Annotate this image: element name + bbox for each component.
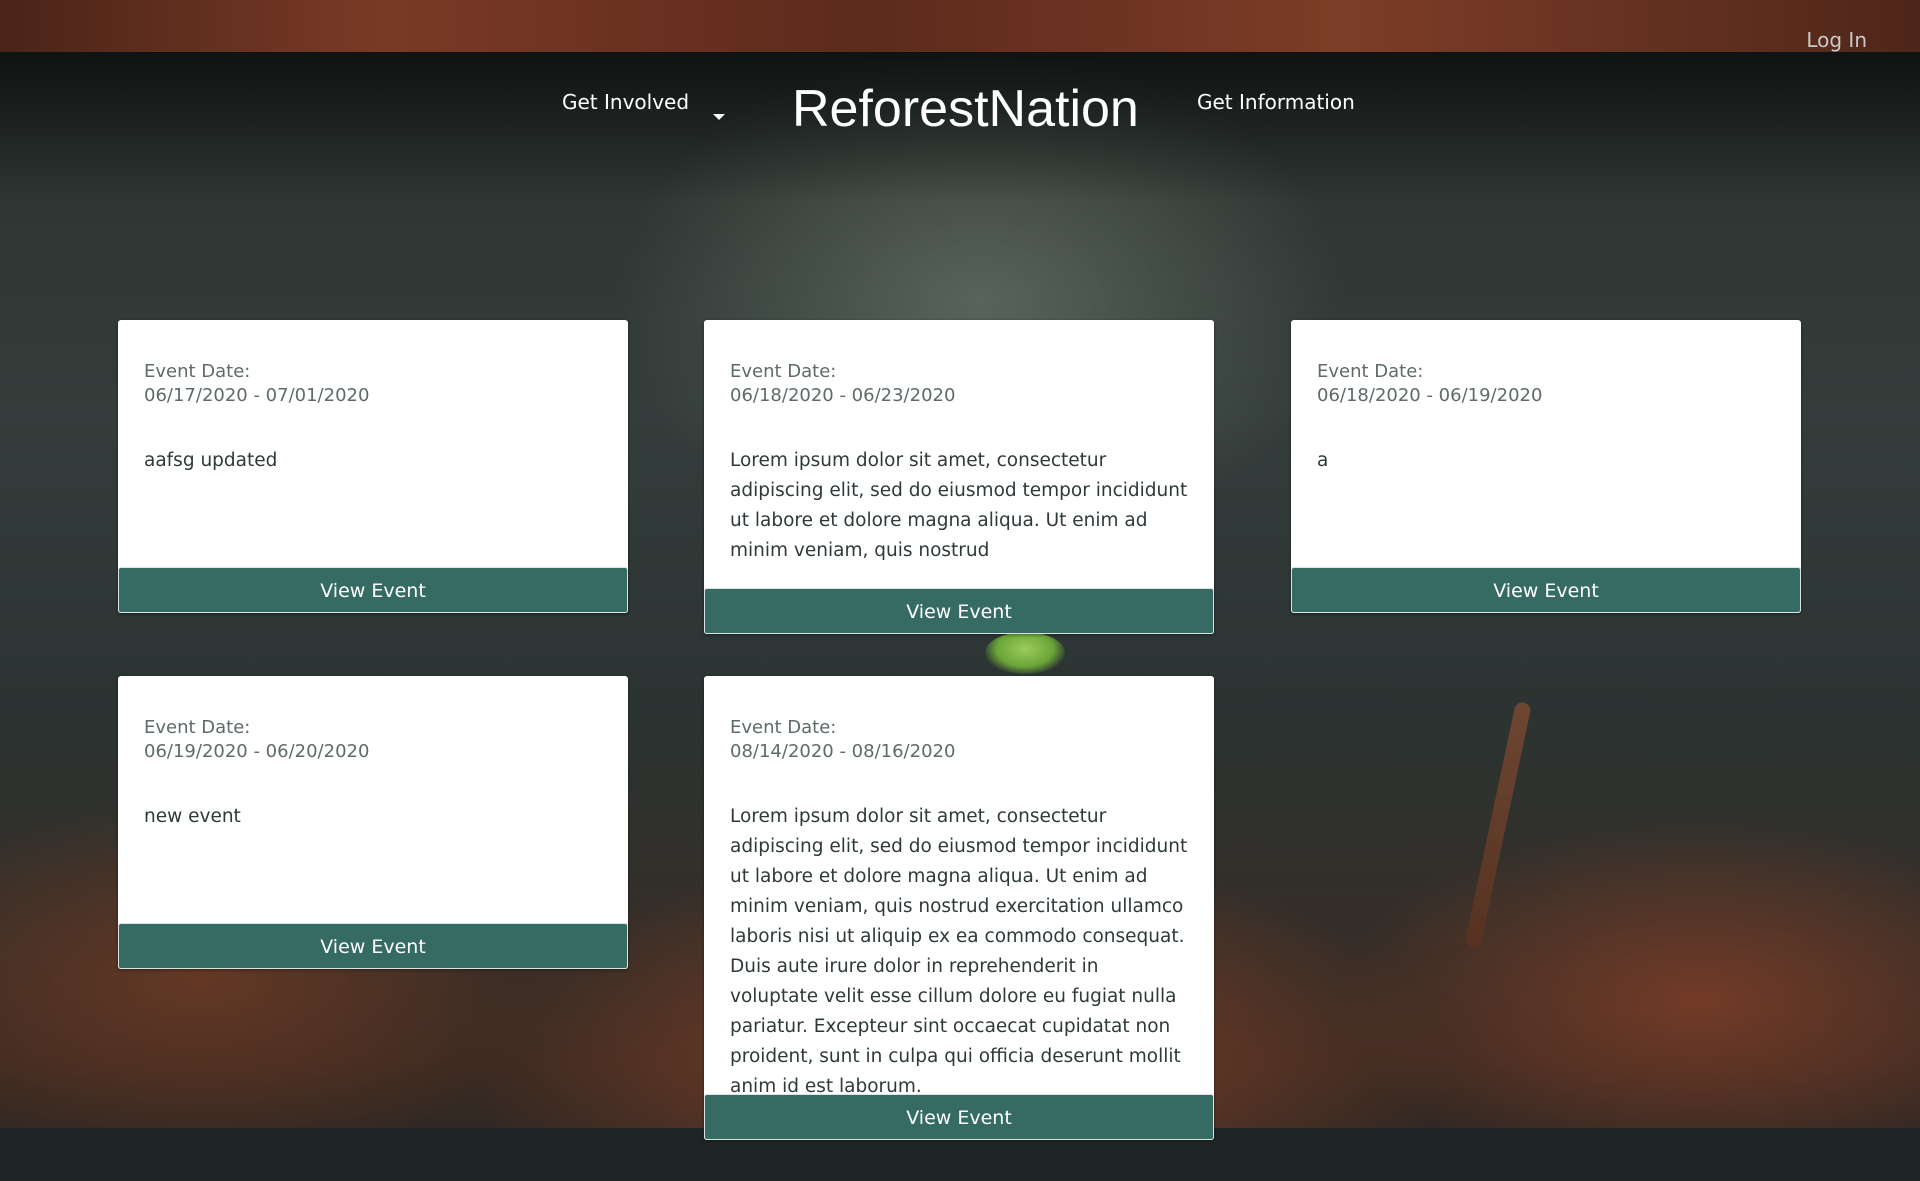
event-description: Lorem ipsum dolor sit amet, consectetur …: [730, 450, 1188, 561]
event-description: aafsg updated: [144, 450, 278, 471]
event-description: new event: [144, 806, 241, 827]
view-event-button[interactable]: View Event: [1291, 567, 1801, 613]
caret-down-icon[interactable]: [713, 114, 725, 120]
event-date-range: 08/14/2020 - 08/16/2020: [730, 741, 956, 762]
event-date-label: Event Date:: [144, 361, 251, 382]
event-date-label: Event Date:: [730, 717, 837, 738]
event-date-range: 06/19/2020 - 06/20/2020: [144, 741, 370, 762]
event-card: Event Date: 06/18/2020 - 06/23/2020 Lore…: [704, 320, 1214, 634]
event-date-label: Event Date:: [144, 717, 251, 738]
site-brand[interactable]: ReforestNation: [792, 78, 1139, 140]
event-card: Event Date: 08/14/2020 - 08/16/2020 Lore…: [704, 676, 1214, 1140]
sprout-graphic: [985, 632, 1065, 674]
view-event-button[interactable]: View Event: [118, 567, 628, 613]
event-date-label: Event Date:: [730, 361, 837, 382]
event-description: Lorem ipsum dolor sit amet, consectetur …: [730, 806, 1188, 1097]
view-event-button[interactable]: View Event: [704, 588, 1214, 634]
login-link[interactable]: Log In: [1806, 28, 1867, 52]
background-top-strip: [0, 0, 1920, 52]
view-event-button[interactable]: View Event: [704, 1094, 1214, 1140]
event-card: Event Date: 06/17/2020 - 07/01/2020 aafs…: [118, 320, 628, 613]
event-description: a: [1317, 450, 1329, 471]
view-event-button[interactable]: View Event: [118, 923, 628, 969]
event-card: Event Date: 06/19/2020 - 06/20/2020 new …: [118, 676, 628, 969]
get-information-link[interactable]: Get Information: [1197, 90, 1355, 114]
get-involved-menu[interactable]: Get Involved: [562, 90, 689, 114]
event-date-range: 06/18/2020 - 06/19/2020: [1317, 385, 1543, 406]
event-date-range: 06/18/2020 - 06/23/2020: [730, 385, 956, 406]
event-card: Event Date: 06/18/2020 - 06/19/2020 a Vi…: [1291, 320, 1801, 613]
event-date-range: 06/17/2020 - 07/01/2020: [144, 385, 370, 406]
event-date-label: Event Date:: [1317, 361, 1424, 382]
